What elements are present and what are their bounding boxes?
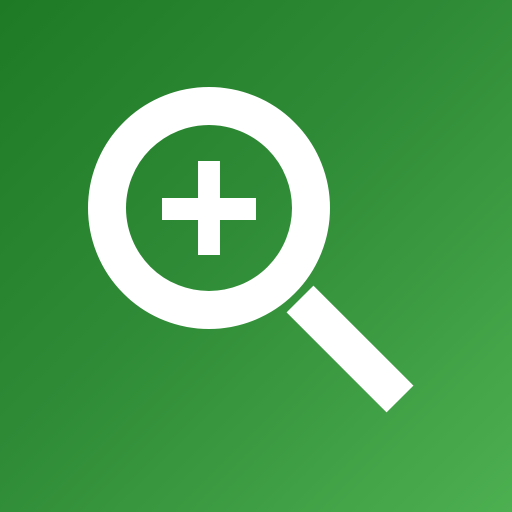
plus-vertical-bar (198, 161, 220, 255)
magnifier-icon (88, 87, 414, 413)
app-icon[interactable] (0, 0, 512, 512)
magnifier-handle (286, 285, 414, 413)
zoom-in-icon (88, 87, 414, 413)
plus-icon (162, 161, 256, 255)
